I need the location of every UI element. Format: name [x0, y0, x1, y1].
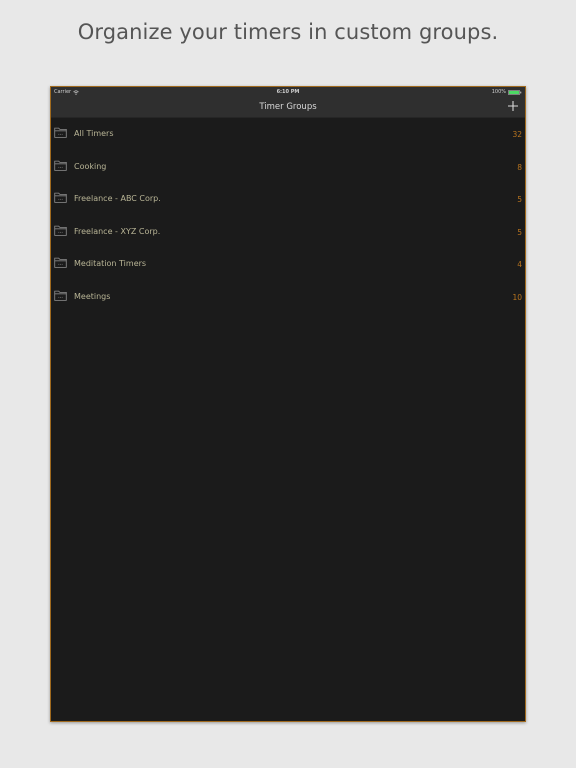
navigation-bar: Timer Groups: [51, 97, 525, 118]
group-label: Freelance - XYZ Corp.: [74, 226, 161, 236]
folder-icon: [54, 160, 67, 171]
group-label: Freelance - ABC Corp.: [74, 194, 161, 203]
group-count: 4: [517, 260, 522, 269]
folder-icon: [54, 290, 67, 301]
group-row-meditation-timers[interactable]: Meditation Timers 4: [51, 248, 525, 281]
group-label: Meditation Timers: [74, 259, 147, 268]
battery-label: 100%: [491, 89, 506, 95]
group-row-freelance-xyz[interactable]: Freelance - XYZ Corp. 5: [51, 216, 525, 249]
group-row-cooking[interactable]: Cooking 8: [51, 151, 525, 184]
device-screen: Carrier 6:10 PM 100% Timer Groups All Ti…: [50, 86, 526, 722]
status-bar: Carrier 6:10 PM 100%: [51, 87, 525, 97]
group-list: All Timers 32 Cooking 8 Freelance - ABC …: [51, 118, 525, 313]
folder-icon: [54, 127, 67, 138]
group-label: Meetings: [74, 291, 111, 301]
headline: Organize your timers in custom groups.: [77, 20, 499, 44]
folder-icon: [54, 257, 67, 268]
group-count: 5: [517, 227, 522, 237]
battery-group: 100%: [492, 89, 522, 95]
group-count: 8: [517, 162, 522, 172]
battery-icon: [508, 89, 522, 95]
folder-icon: [54, 192, 67, 203]
group-count: 10: [512, 292, 522, 302]
group-row-freelance-abc[interactable]: Freelance - ABC Corp. 5: [51, 183, 525, 216]
group-label: Cooking: [74, 161, 107, 171]
group-label: All Timers: [74, 129, 114, 138]
group-count: 5: [517, 195, 522, 204]
status-time: 6:10 PM: [276, 89, 300, 95]
folder-icon: [54, 225, 67, 236]
page-title: Timer Groups: [259, 102, 317, 112]
group-count: 32: [512, 130, 522, 139]
group-row-meetings[interactable]: Meetings 10: [51, 281, 525, 314]
add-group-button[interactable]: [507, 100, 519, 112]
group-row-all-timers[interactable]: All Timers 32: [51, 118, 525, 151]
